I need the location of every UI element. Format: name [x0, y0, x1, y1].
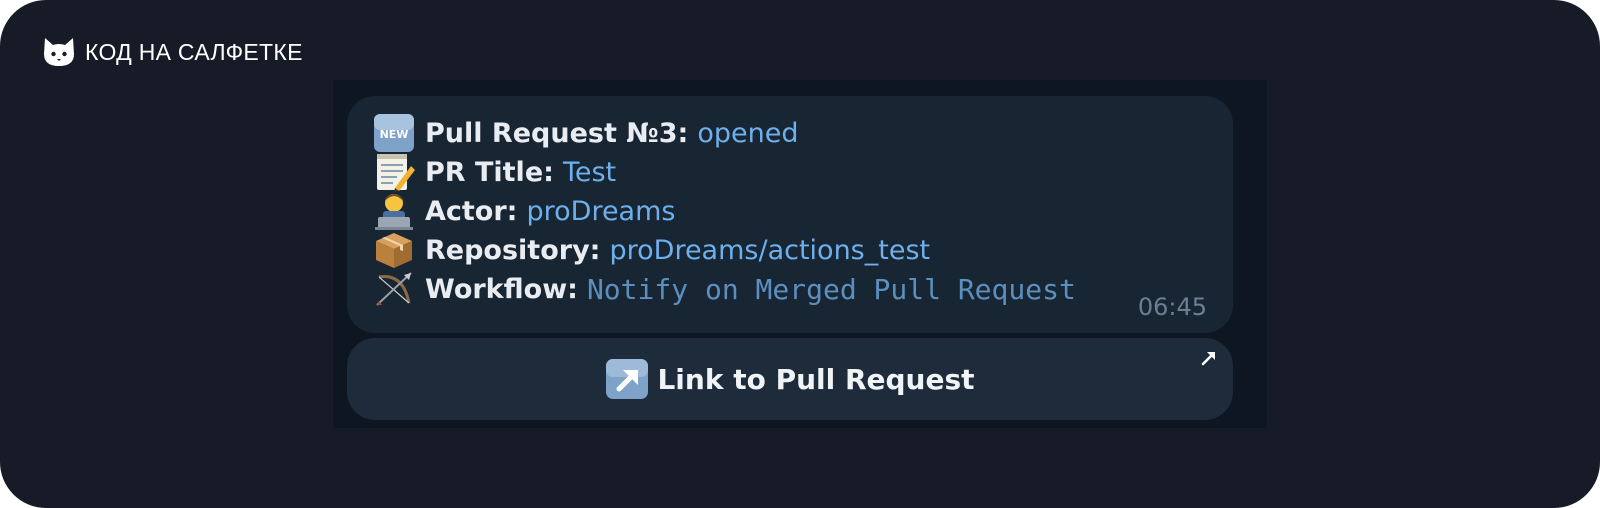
brand: КОД НА САЛФЕТКЕ	[42, 36, 303, 68]
message-line-pull-request: NEW Pull Request №3: opened	[373, 113, 798, 153]
brand-name: КОД НА САЛФЕТКЕ	[85, 38, 303, 65]
line-value: proDreams/actions_test	[609, 234, 931, 266]
line-label: Workflow:	[425, 273, 578, 305]
line-value: opened	[697, 117, 799, 149]
technologist-icon	[375, 194, 413, 230]
line-value: Test	[562, 156, 617, 188]
message-bubble: NEW Pull Request №3: opened PR Title: Te…	[347, 96, 1233, 333]
up-right-arrow-icon	[606, 359, 649, 399]
button-label: Link to Pull Request	[657, 362, 975, 396]
bow-and-arrow-icon	[376, 272, 412, 306]
message-line-workflow: Workflow: Notify on Merged Pull Request	[373, 269, 1076, 309]
line-label: Pull Request №3:	[425, 117, 689, 149]
chat-area: NEW Pull Request №3: opened PR Title: Te…	[333, 80, 1267, 428]
screenshot-frame: КОД НА САЛФЕТКЕ NEW Pull Request №3: ope…	[0, 0, 1600, 508]
svg-text:NEW: NEW	[380, 128, 409, 141]
new-badge-icon: NEW	[374, 114, 414, 152]
message-line-pr-title: PR Title: Test	[373, 152, 616, 192]
line-label: Actor:	[425, 195, 518, 227]
line-label: PR Title:	[425, 156, 554, 188]
message-line-repository: Repository: proDreams/actions_test	[373, 230, 930, 270]
message-timestamp: 06:45	[1137, 293, 1207, 321]
message-line-actor: Actor: proDreams	[373, 191, 675, 231]
package-icon	[376, 233, 412, 268]
line-label: Repository:	[425, 234, 601, 266]
external-link-arrow-icon	[1201, 352, 1215, 366]
line-value: proDreams	[526, 195, 676, 227]
cat-head-icon	[44, 38, 74, 66]
link-to-pull-request-button[interactable]: Link to Pull Request	[347, 338, 1233, 420]
memo-icon	[377, 154, 415, 192]
line-value: Notify on Merged Pull Request	[586, 272, 1076, 306]
